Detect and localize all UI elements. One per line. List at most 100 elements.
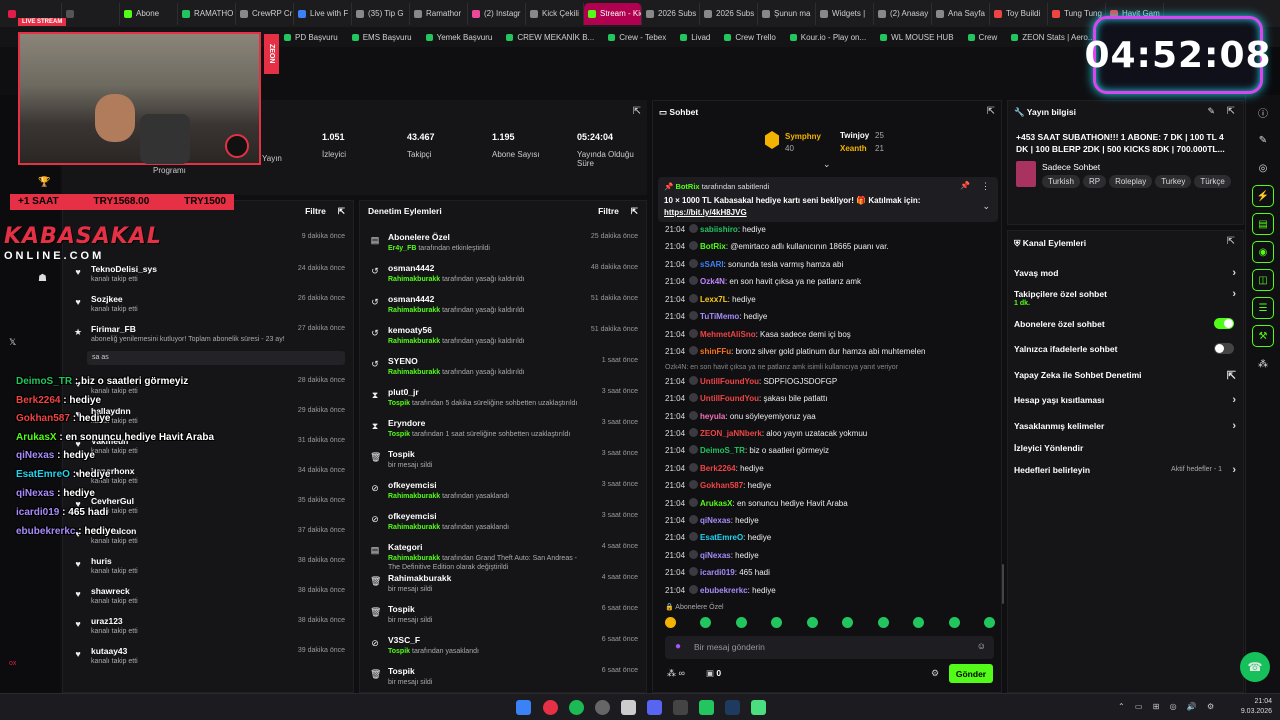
- moderation-row[interactable]: ⧗ Eryndore Tospik tarafından 1 saat süreli…: [360, 415, 646, 445]
- emote-icon[interactable]: [806, 617, 818, 628]
- chat-username[interactable]: ArukasX: [700, 499, 732, 508]
- stream-tag[interactable]: Turkish: [1042, 175, 1080, 188]
- chat-message[interactable]: 21:04 sSARI: sonunda tesla varmış hamza a…: [665, 259, 843, 273]
- chat-username[interactable]: ZEON_jaNNberk: [700, 429, 762, 438]
- moderator-name[interactable]: Tospik: [388, 400, 410, 407]
- chat-input[interactable]: Bir mesaj gönderin: [694, 642, 765, 652]
- chat-message[interactable]: 21:04 BotRix: @emirtaco adlı kullanıcının…: [665, 241, 889, 255]
- clock-date[interactable]: 9.03.2026: [1222, 708, 1272, 715]
- chat-username[interactable]: Lexx7L: [700, 295, 728, 304]
- clock-time[interactable]: 21:04: [1222, 698, 1272, 705]
- moderation-target[interactable]: Eryndore: [388, 418, 425, 428]
- emote-icon[interactable]: [842, 617, 854, 628]
- chat-message[interactable]: 21:04 Ozk4N: en son havit çıksa ya ne pat…: [665, 276, 861, 290]
- moderation-row[interactable]: ↺ SYENO Rahimakburakk tarafından yasağı ka…: [360, 353, 646, 383]
- chat-message[interactable]: 21:04 EsatEmreO: hediye: [665, 532, 771, 546]
- chat-message[interactable]: 21:04 ArukasX: en sonuncu hediye Havit Ar…: [665, 498, 848, 512]
- info-icon[interactable]: ⓘ: [1252, 101, 1274, 123]
- support-chat-icon[interactable]: ☎: [1240, 652, 1270, 682]
- moderation-target[interactable]: Tospik: [388, 666, 415, 676]
- chat-message[interactable]: 21:04 UntillFoundYou: SDPFIOGJSDOFGP: [665, 376, 837, 390]
- bookmark-item[interactable]: CREW MEKANİK B...: [506, 33, 594, 42]
- emote-icon[interactable]: [771, 617, 783, 628]
- stream-tag[interactable]: RP: [1082, 175, 1107, 188]
- browser-tab[interactable]: (2) Anasay: [874, 2, 932, 25]
- activity-user[interactable]: shawreck: [91, 586, 130, 596]
- points-icon[interactable]: ⁂ ∞: [667, 668, 685, 679]
- browser-tab[interactable]: (35) Tip G: [352, 2, 410, 25]
- channel-action-item[interactable]: İzleyici Yönlendir: [1014, 443, 1236, 453]
- chat-input-box[interactable]: ● Bir mesaj gönderin ☺: [665, 636, 994, 659]
- chat-message[interactable]: 21:04 TuTiMemo: hediye: [665, 311, 767, 325]
- start-icon[interactable]: [516, 700, 531, 715]
- activity-user[interactable]: TeknoDelisi_sys: [91, 264, 157, 274]
- moderator-name[interactable]: Rahimakburakk: [388, 369, 440, 376]
- chat-username[interactable]: sSARI: [700, 260, 724, 269]
- moderation-target[interactable]: Tospik: [388, 604, 415, 614]
- moderation-row[interactable]: ↺ osman4442 Rahimakburakk tarafından yasağ…: [360, 291, 646, 321]
- split-icon[interactable]: ◫: [1252, 269, 1274, 291]
- channel-action-item[interactable]: Abonelere özel sohbet: [1014, 318, 1236, 329]
- people-icon[interactable]: ☗: [38, 273, 47, 284]
- chat-username[interactable]: heyula: [700, 412, 725, 421]
- popout-icon[interactable]: ⇱: [1227, 236, 1235, 247]
- chat-message[interactable]: 21:04 qiNexas: hediye: [665, 550, 759, 564]
- moderation-row[interactable]: ⊘ ofkeyemcisi Rahimakburakk tarafından yas…: [360, 508, 646, 538]
- popout-icon[interactable]: ⇱: [338, 206, 345, 217]
- moderation-target[interactable]: osman4442: [388, 263, 434, 273]
- game-icon[interactable]: [751, 700, 766, 715]
- share-icon[interactable]: ⁂: [1252, 353, 1274, 375]
- unpin-icon[interactable]: 📌: [960, 181, 970, 190]
- moderation-row[interactable]: ↺ kemoaty56 Rahimakburakk tarafından yasağ…: [360, 322, 646, 352]
- chat-username[interactable]: UntillFoundYou: [700, 394, 759, 403]
- bookmark-item[interactable]: Crew: [967, 33, 997, 42]
- bookmark-item[interactable]: ZEON Stats | Aero...: [1011, 33, 1095, 42]
- emote-icon[interactable]: [877, 617, 889, 628]
- bookmark-item[interactable]: Kour.io - Play on...: [789, 33, 866, 42]
- moderation-row[interactable]: ⧗ plut0_jr Tospik tarafından 5 dakika süre…: [360, 384, 646, 414]
- moderation-target[interactable]: kemoaty56: [388, 325, 432, 335]
- xbox-icon[interactable]: [699, 700, 714, 715]
- moderation-target[interactable]: V3SC_F: [388, 635, 420, 645]
- emote-icon[interactable]: [983, 617, 995, 628]
- list-icon[interactable]: ☰: [1252, 297, 1274, 319]
- stream-tag[interactable]: Roleplay: [1109, 175, 1153, 188]
- chat-username[interactable]: icardi019: [700, 568, 735, 577]
- expand-leaderboard-icon[interactable]: ⌄: [823, 159, 831, 170]
- moderation-row[interactable]: ▤ Abonelere Özel Er4y_FB tarafından etkinl…: [360, 229, 646, 259]
- chat-username[interactable]: UntillFoundYou: [700, 377, 759, 386]
- activity-user[interactable]: huris: [91, 556, 112, 566]
- emote-icon[interactable]: [948, 617, 960, 628]
- chat-username[interactable]: MehmetAliSno: [700, 330, 756, 339]
- moderation-target[interactable]: SYENO: [388, 356, 418, 366]
- activity-row[interactable]: ♥ TeknoDelisi_sys kanalı takip etti 24 daki…: [63, 261, 353, 291]
- popout-icon[interactable]: ⇱: [987, 106, 995, 117]
- target-icon[interactable]: ◎: [1252, 157, 1274, 179]
- chat-message[interactable]: 21:04 shinFFu: bronz silver gold platinum…: [665, 346, 925, 360]
- browser-tab[interactable]: 2026 Subs: [642, 2, 700, 25]
- activity-row[interactable]: ♥ uraz123 kanalı takip etti 38 dakika önce: [63, 613, 353, 643]
- browser-tab[interactable]: Kick Çekili: [526, 2, 584, 25]
- activity-filter-button[interactable]: Filtre: [305, 206, 326, 216]
- browser-tab[interactable]: Ramathor: [410, 2, 468, 25]
- channel-action-item[interactable]: Yasaklanmış kelimeler ›: [1014, 420, 1236, 432]
- steam-icon[interactable]: [725, 700, 740, 715]
- channel-action-item[interactable]: Yalnızca ifadelerle sohbet: [1014, 343, 1236, 354]
- moderator-name[interactable]: Rahimakburakk: [388, 555, 440, 562]
- activity-row[interactable]: ♥ kutaay43 kanalı takip etti 39 dakika önce: [63, 643, 353, 673]
- browser-tab[interactable]: Abone: [120, 2, 178, 25]
- channel-action-item[interactable]: Yapay Zeka ile Sohbet Denetimi ⇱: [1014, 370, 1236, 382]
- activity-user[interactable]: CevherGul: [91, 496, 134, 506]
- activity-row[interactable]: ♥ huris kanalı takip etti 38 dakika önce: [63, 553, 353, 583]
- chat-scrollbar[interactable]: [1002, 564, 1004, 604]
- chat-bubble-icon[interactable]: ◉: [1252, 241, 1274, 263]
- moderation-target[interactable]: Abonelere Özel: [388, 232, 450, 242]
- notes-icon[interactable]: ▤: [1252, 213, 1274, 235]
- chat-message[interactable]: 21:04 DeimoS_TR: biz o saatleri görmeyiz: [665, 445, 829, 459]
- discord-icon[interactable]: [647, 700, 662, 715]
- chat-message[interactable]: 21:04 qiNexas: hediye: [665, 515, 759, 529]
- activity-user[interactable]: Firimar_FB: [91, 324, 136, 334]
- bookmark-item[interactable]: PD Başvuru: [284, 33, 338, 42]
- chat-message[interactable]: 21:04 Berk2264: hediye: [665, 463, 764, 477]
- activity-row[interactable]: ♥ Sozjkee kanalı takip etti 26 dakika önce: [63, 291, 353, 321]
